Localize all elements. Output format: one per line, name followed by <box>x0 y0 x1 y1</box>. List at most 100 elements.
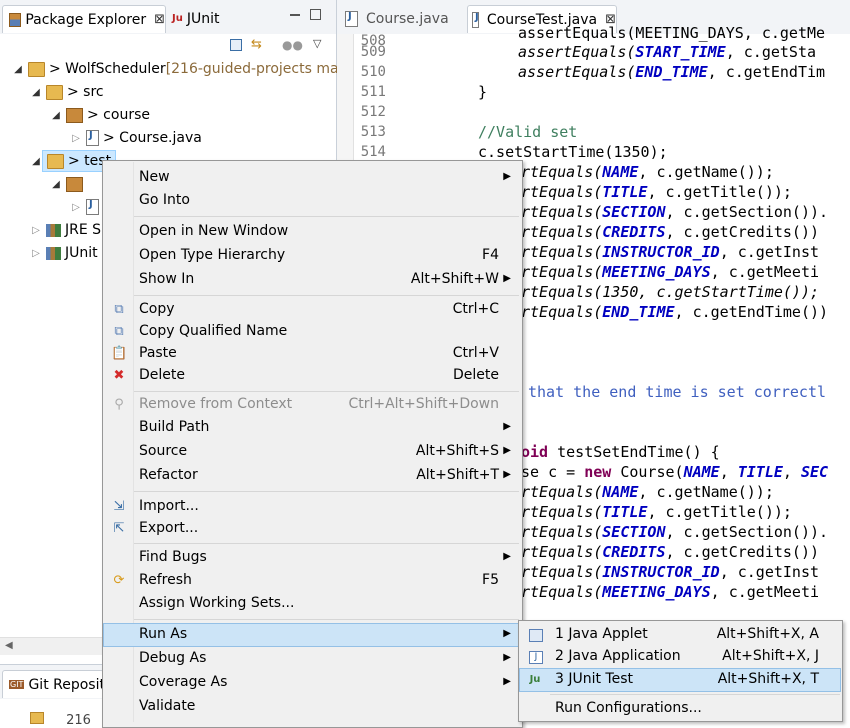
tree-item-junit-lib[interactable]: ▷ JUnit <box>30 242 98 264</box>
tree-item-test-file[interactable]: ▷ <box>70 196 103 218</box>
tree-item-jre[interactable]: ▷ JRE S <box>30 219 101 241</box>
expand-toggle-icon[interactable]: ◢ <box>12 64 24 75</box>
export-icon: ⇱ <box>113 521 125 536</box>
tree-item-course-java[interactable]: ▷ > Course.java <box>70 127 202 149</box>
package-explorer-icon <box>9 12 22 27</box>
code-line: assertEquals(END_TIME, c.getEndTim <box>518 63 826 81</box>
menu-item-open-in-new-window[interactable]: Open in New Window <box>104 221 520 243</box>
link-with-editor-icon[interactable]: ⇆ <box>251 37 262 52</box>
context-menu: New ▶ Go Into Open in New Window Open Typ… <box>102 160 523 728</box>
junit-test-icon: Ju <box>529 674 541 685</box>
collapse-all-icon[interactable] <box>230 39 242 51</box>
tab-junit[interactable]: Ju JUnit <box>168 5 219 32</box>
menu-item-refresh[interactable]: ⟳ Refresh F5 <box>104 570 520 592</box>
maximize-icon[interactable] <box>310 9 321 20</box>
focus-task-icon[interactable]: ●● <box>282 38 303 52</box>
line-number: 514 <box>360 144 386 160</box>
code-line: rtEquals(TITLE, c.getTitle()); <box>521 183 792 201</box>
submenu-arrow-icon: ▶ <box>503 676 511 687</box>
code-line: oid testSetEndTime() { <box>521 443 720 461</box>
menu-item-go-into[interactable]: Go Into <box>104 190 520 212</box>
menu-item-import[interactable]: ⇲ Import... <box>104 496 520 518</box>
collapse-toggle-icon[interactable]: ▷ <box>70 133 82 144</box>
submenu-arrow-icon: ▶ <box>503 273 511 284</box>
library-icon <box>46 223 61 237</box>
view-toolbar: ⇆ ●● ▽ <box>0 34 336 56</box>
view-menu-icon[interactable]: ▽ <box>313 37 321 50</box>
copy-qualified-icon: ⧉ <box>114 324 124 339</box>
submenu-arrow-icon: ▶ <box>503 445 511 456</box>
source-folder-icon <box>47 153 64 169</box>
menu-item-new[interactable]: New ▶ <box>104 167 520 189</box>
tab-package-explorer[interactable]: Package Explorer ⊠ <box>2 5 166 33</box>
tree-item-test-package[interactable]: ◢ <box>50 173 87 195</box>
refresh-icon: ⟳ <box>113 573 125 588</box>
collapse-toggle-icon[interactable]: ▷ <box>70 202 82 213</box>
menu-item-find-bugs[interactable]: Find Bugs ▶ <box>104 547 520 569</box>
tree-item-project[interactable]: ◢ > WolfScheduler [216-guided-projects m… <box>12 58 346 80</box>
java-applet-icon <box>529 629 543 642</box>
menu-item-copy[interactable]: ⧉ Copy Ctrl+C <box>104 299 520 321</box>
tree-item-course-package[interactable]: ◢ > course <box>50 104 150 126</box>
copy-icon: ⧉ <box>114 302 124 317</box>
line-number: 511 <box>360 84 386 100</box>
remove-context-icon: ⚲ <box>114 397 124 412</box>
menu-item-delete[interactable]: ✖ Delete Delete <box>104 365 520 387</box>
code-line: rtEquals(SECTION, c.getSection()). <box>521 203 829 221</box>
junit-icon: Ju <box>172 13 183 24</box>
code-line: rtEquals(MEETING_DAYS, c.getMeeti <box>521 263 820 281</box>
menu-item-export[interactable]: ⇱ Export... <box>104 518 520 540</box>
menu-item-coverage-as[interactable]: Coverage As ▶ <box>104 672 520 694</box>
code-line: rtEquals(1350, c.getStartTime()); <box>521 283 820 301</box>
tree-item-src[interactable]: ◢ > src <box>30 81 103 103</box>
import-icon: ⇲ <box>113 499 125 514</box>
paste-icon: 📋 <box>111 346 128 361</box>
tree-label: JUnit <box>65 245 98 261</box>
expand-toggle-icon[interactable]: ◢ <box>50 110 62 121</box>
code-line: rtEquals(INSTRUCTOR_ID, c.getInst <box>521 243 820 261</box>
tree-label: > course <box>87 107 150 123</box>
menu-item-assign-working-sets[interactable]: Assign Working Sets... <box>104 593 520 615</box>
menu-item-show-in[interactable]: Show In Alt+Shift+W ▶ <box>104 269 520 291</box>
menu-item-copy-qualified-name[interactable]: ⧉ Copy Qualified Name <box>104 321 520 343</box>
expand-toggle-icon[interactable]: ◢ <box>30 87 42 98</box>
tab-label: Git Reposit <box>28 676 105 693</box>
menu-item-open-type-hierarchy[interactable]: Open Type Hierarchy F4 <box>104 245 520 267</box>
collapse-toggle-icon[interactable]: ▷ <box>30 225 42 236</box>
menu-item-refactor[interactable]: Refactor Alt+Shift+T ▶ <box>104 465 520 487</box>
code-javadoc: that the end time is set correctl <box>528 383 827 401</box>
tab-course-java[interactable]: Course.java <box>341 5 449 32</box>
scroll-left-icon[interactable]: ◀ <box>5 640 13 651</box>
run-as-submenu: 1 Java Applet Alt+Shift+X, A J 2 Java App… <box>518 620 843 722</box>
tree-label-suffix: [216-guided-projects mas <box>165 61 346 77</box>
menu-item-junit-test[interactable]: Ju 3 JUnit Test Alt+Shift+X, T <box>519 668 841 692</box>
close-icon[interactable]: ⊠ <box>154 12 165 27</box>
tab-git-repositories[interactable]: GIT Git Reposit <box>2 670 105 698</box>
java-file-icon <box>472 11 479 28</box>
repository-icon <box>30 712 44 724</box>
menu-item-build-path[interactable]: Build Path ▶ <box>104 417 520 439</box>
expand-toggle-icon[interactable]: ◢ <box>50 179 62 190</box>
code-line: c.setStartTime(1350); <box>478 143 668 161</box>
menu-item-paste[interactable]: 📋 Paste Ctrl+V <box>104 343 520 365</box>
menu-separator <box>134 216 519 217</box>
collapse-toggle-icon[interactable]: ▷ <box>30 248 42 259</box>
java-file-icon <box>345 10 358 27</box>
menu-item-run-configurations[interactable]: Run Configurations... <box>520 698 840 720</box>
git-icon: GIT <box>9 680 25 689</box>
project-icon <box>28 61 45 77</box>
menu-item-debug-as[interactable]: Debug As ▶ <box>104 648 520 670</box>
submenu-arrow-icon: ▶ <box>503 652 511 663</box>
expand-toggle-icon[interactable]: ◢ <box>30 156 42 167</box>
tab-label: Course.java <box>366 10 449 27</box>
menu-item-validate[interactable]: Validate <box>104 696 520 718</box>
menu-item-source[interactable]: Source Alt+Shift+S ▶ <box>104 441 520 463</box>
line-number: 509 <box>360 44 386 60</box>
tree-label: JRE S <box>65 222 102 238</box>
delete-icon: ✖ <box>113 368 125 383</box>
menu-item-run-as[interactable]: Run As ▶ <box>103 623 521 647</box>
minimize-icon[interactable] <box>290 14 300 16</box>
menu-item-java-application[interactable]: J 2 Java Application Alt+Shift+X, J <box>520 646 840 668</box>
menu-item-java-applet[interactable]: 1 Java Applet Alt+Shift+X, A <box>520 624 840 646</box>
code-line: rtEquals(NAME, c.getName()); <box>521 483 774 501</box>
